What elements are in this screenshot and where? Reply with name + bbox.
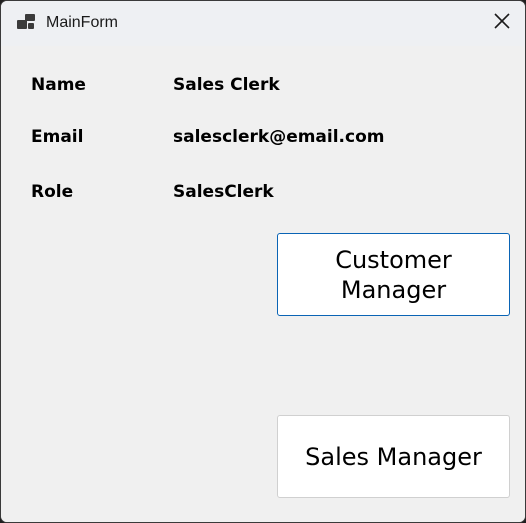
sales-manager-button[interactable]: Sales Manager	[277, 415, 510, 498]
email-value: salesclerk@email.com	[173, 127, 385, 147]
customer-manager-button-label: Customer Manager	[335, 245, 452, 304]
close-button[interactable]	[479, 1, 525, 46]
name-value: Sales Clerk	[173, 75, 280, 95]
email-label: Email	[31, 127, 84, 147]
name-label: Name	[31, 75, 86, 95]
main-form-window: MainForm Name Sales Clerk Email salescle…	[0, 0, 526, 523]
sales-manager-button-label: Sales Manager	[305, 442, 482, 471]
role-value: SalesClerk	[173, 182, 274, 202]
windows-form-icon	[16, 13, 36, 31]
form-client-area: Name Sales Clerk Email salesclerk@email.…	[1, 46, 525, 522]
title-bar[interactable]: MainForm	[1, 1, 525, 46]
window-title: MainForm	[46, 14, 119, 31]
role-label: Role	[31, 182, 74, 202]
customer-manager-button[interactable]: Customer Manager	[277, 233, 510, 316]
close-icon	[493, 12, 511, 35]
